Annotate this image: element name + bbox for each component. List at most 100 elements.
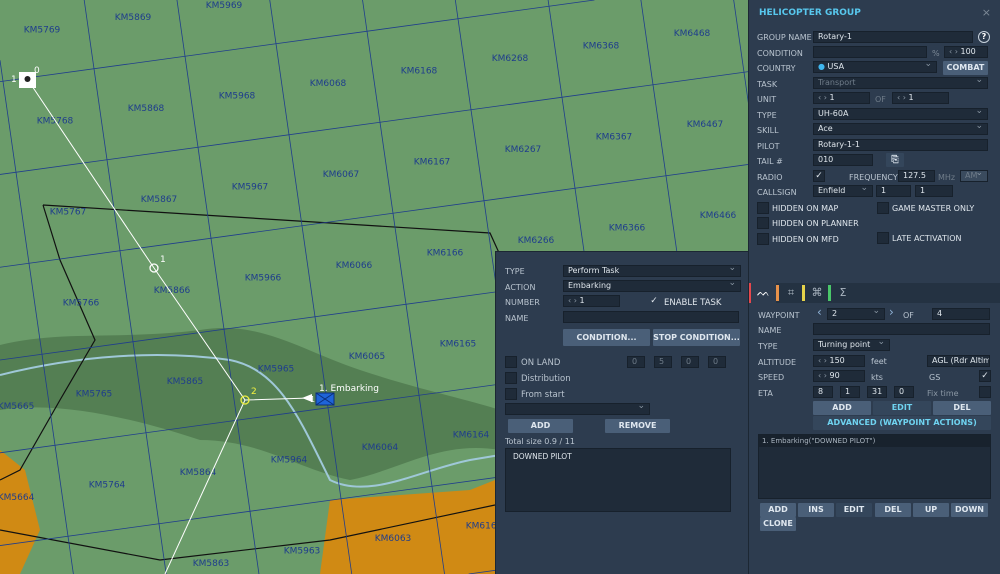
advanced-waypoint-actions-button[interactable]: ADVANCED (WAYPOINT ACTIONS) [813, 416, 991, 430]
waypoint-type-select[interactable]: Turning point [813, 339, 890, 351]
grid-label: KM5963 [284, 547, 321, 557]
gs-checkbox[interactable]: ✓ [979, 370, 991, 382]
eta-minutes[interactable]: 1 [840, 386, 860, 398]
add-action-button[interactable]: ADD [760, 503, 796, 517]
frequency-input[interactable]: 127.5 [898, 170, 935, 182]
hidden-on-planner-checkbox[interactable] [757, 217, 769, 229]
tab-color-bar [828, 285, 831, 301]
callsign-number-2[interactable]: 1 [915, 185, 953, 197]
late-activation-checkbox[interactable] [877, 232, 889, 244]
cargo-select[interactable] [505, 403, 650, 415]
edit-waypoint-button[interactable]: EDIT [873, 401, 931, 415]
waypoint-select[interactable]: 2 [827, 308, 885, 320]
grid-label: KM5869 [115, 13, 152, 23]
altitude-stepper[interactable]: ‹ › 150 [813, 355, 865, 367]
paste-icon[interactable]: ⎘ [886, 153, 904, 167]
move-up-button[interactable]: UP [913, 503, 949, 517]
game-master-only-checkbox[interactable] [877, 202, 889, 214]
aircraft-type-select[interactable]: UH-60A [813, 108, 988, 120]
number-label: NUMBER [505, 298, 540, 307]
waypoint-number: 1 [160, 255, 166, 265]
fix-time-checkbox[interactable] [979, 386, 991, 398]
task-select[interactable]: Transport [813, 77, 988, 89]
move-down-button[interactable]: DOWN [951, 503, 988, 517]
sum-icon[interactable]: Σ [832, 283, 854, 303]
grid-label: KM6165 [440, 340, 477, 350]
number-value: 1 [579, 296, 585, 305]
tail-label: TAIL # [757, 157, 783, 166]
waypoint-name-input[interactable] [813, 323, 990, 335]
task-name-input[interactable] [563, 311, 739, 323]
grid-label: KM6368 [583, 42, 620, 52]
action-item[interactable]: 1. Embarking("DOWNED PILOT") [759, 435, 990, 447]
condition-input[interactable] [813, 46, 927, 58]
radio-checkbox[interactable]: ✓ [813, 170, 825, 182]
grid-label: KM5966 [245, 274, 282, 284]
time-hours: 0 [627, 356, 645, 368]
grid-label: KM5968 [219, 92, 256, 102]
grid-label: KM6266 [518, 236, 555, 246]
from-start-checkbox[interactable] [505, 388, 517, 400]
name-label: NAME [505, 314, 529, 323]
condition-stepper[interactable]: ‹ › 100 [944, 46, 988, 58]
edit-action-button[interactable]: EDIT [836, 503, 872, 517]
grid-label: KM5967 [232, 183, 269, 193]
eta-seconds[interactable]: 31 [867, 386, 887, 398]
number-stepper[interactable]: ‹ › 1 [563, 295, 620, 307]
condition-button[interactable]: CONDITION... [563, 329, 650, 346]
grid-label: KM6065 [349, 352, 386, 362]
grid-label: KM6268 [492, 54, 529, 64]
eta-hours[interactable]: 8 [813, 386, 833, 398]
delete-action-button[interactable]: DEL [875, 503, 911, 517]
delete-waypoint-button[interactable]: DEL [933, 401, 991, 415]
enable-task-checkbox[interactable]: ✓ [648, 296, 660, 308]
unit-stepper[interactable]: ‹ › 1 [813, 92, 870, 104]
add-cargo-button[interactable]: ADD [508, 419, 573, 433]
combat-button[interactable]: COMBAT [943, 61, 988, 75]
waypoint-0[interactable]: 1 0 [11, 66, 40, 88]
waypoint-1[interactable]: 1 [149, 255, 166, 273]
modulation-select[interactable]: AM [960, 170, 988, 182]
hidden-on-map-checkbox[interactable] [757, 202, 769, 214]
route-icon[interactable]: ᨓ [751, 283, 776, 303]
mhz-label: MHz [938, 173, 956, 182]
cargo-item[interactable]: DOWNED PILOT [506, 449, 730, 464]
insert-action-button[interactable]: INS [798, 503, 834, 517]
command-icon[interactable]: ⌘ [806, 283, 828, 303]
grid-label: KM5665 [0, 402, 34, 412]
actions-list[interactable]: 1. Embarking("DOWNED PILOT") [758, 434, 991, 499]
callsign-number-1[interactable]: 1 [876, 185, 911, 197]
altitude-mode-select[interactable]: AGL (Rdr Altim [927, 355, 990, 367]
grid-label: KM6367 [596, 133, 633, 143]
clone-action-button[interactable]: CLONE [760, 517, 796, 531]
eta-days[interactable]: 0 [894, 386, 914, 398]
prev-waypoint-icon[interactable]: ‹ [817, 305, 822, 319]
add-waypoint-button[interactable]: ADD [813, 401, 871, 415]
target-icon[interactable]: ⌗ [780, 283, 802, 303]
hidden-on-mfd-checkbox[interactable] [757, 233, 769, 245]
cargo-list[interactable]: DOWNED PILOT [505, 448, 731, 512]
distribution-checkbox[interactable] [505, 372, 517, 384]
condition-label: CONDITION [757, 49, 803, 58]
close-icon[interactable]: × [982, 6, 991, 19]
next-waypoint-icon[interactable]: › [889, 305, 894, 319]
action-select[interactable]: Embarking [563, 280, 741, 292]
on-land-checkbox[interactable] [505, 356, 517, 368]
group-name-input[interactable]: Rotary-1 [813, 31, 973, 43]
task-type-select[interactable]: Perform Task [563, 265, 741, 277]
tail-input[interactable]: 010 [813, 154, 873, 166]
percent-label: % [932, 49, 940, 58]
pilot-input[interactable]: Rotary-1-1 [813, 139, 988, 151]
help-icon[interactable]: ? [978, 31, 990, 43]
country-select[interactable]: ● USA [813, 61, 937, 73]
waypoint-prefix: 1 [11, 75, 17, 85]
unit-of-stepper[interactable]: ‹ › 1 [892, 92, 949, 104]
callsign-select[interactable]: Enfield [813, 185, 873, 197]
skill-select[interactable]: Ace [813, 123, 988, 135]
speed-value: 90 [829, 371, 840, 380]
fix-time-label: Fix time [927, 389, 959, 398]
grid-label: KM6466 [700, 211, 737, 221]
speed-stepper[interactable]: ‹ › 90 [813, 370, 865, 382]
remove-cargo-button[interactable]: REMOVE [605, 419, 670, 433]
stop-condition-button[interactable]: STOP CONDITION... [653, 329, 740, 346]
